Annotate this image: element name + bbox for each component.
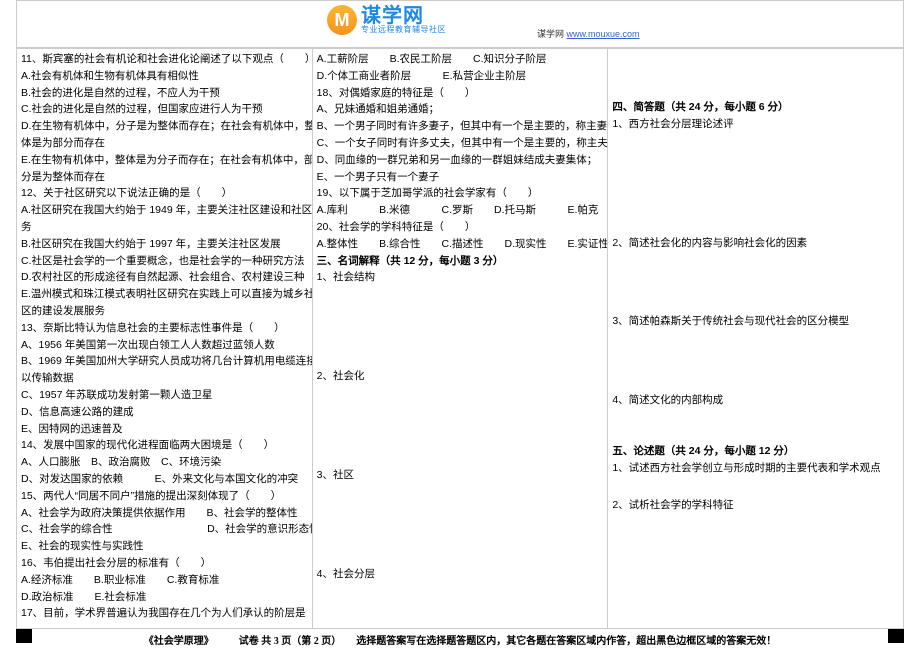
q15-opts-ab: A、社会学为政府决策提供依据作用 B、社会学的整体性: [21, 505, 308, 522]
q16-opts-abc: A.经济标准 B.职业标准 C.教育标准: [21, 572, 308, 589]
q19-opts: A.库利 B.米德 C.罗斯 D.托马斯 E.帕克: [317, 202, 604, 219]
answer-space: [317, 385, 604, 447]
q12-opt-b: B.社区研究在我国大约始于 1997 年，主要关注社区发展: [21, 236, 308, 253]
s5-q2: 2、试析社会学的学科特征: [612, 497, 899, 514]
page-header: M 谋学网 专业远程教育辅导社区 谋学网 www.mouxue.com: [16, 0, 904, 48]
q18-opt-d: D、同血缘的一群兄弟和另一血缘的一群姐妹结成夫妻集体；: [317, 152, 604, 169]
s4-q3: 3、简述帕森斯关于传统社会与现代社会的区分模型: [612, 313, 899, 330]
site-link: 谋学网 www.mouxue.com: [537, 27, 640, 40]
q18: 18、对偶婚家庭的特征是（ ）: [317, 85, 604, 102]
answer-space: [612, 330, 899, 392]
q11-opt-a: A.社会有机体和生物有机体具有相似性: [21, 68, 308, 85]
column-3: 四、简答题（共 24 分，每小题 6 分） 1、西方社会分层理论述评 2、简述社…: [608, 49, 903, 628]
section-4-heading: 四、简答题（共 24 分，每小题 6 分）: [612, 99, 899, 116]
q20: 20、社会学的学科特征是（ ）: [317, 219, 604, 236]
q17-opts-de: D.个体工商业者阶层 E.私营企业主阶层: [317, 68, 604, 85]
q11-opt-d2: 体是为部分而存在: [21, 135, 308, 152]
q12-opt-a1: A.社区研究在我国大约始于 1949 年，主要关注社区建设和社区服: [21, 202, 308, 219]
q12: 12、关于社区研究以下说法正确的是（ ）: [21, 185, 308, 202]
column-2: A.工薪阶层 B.农民工阶层 C.知识分子阶层 D.个体工商业者阶层 E.私营企…: [313, 49, 609, 628]
q14-opts-de: D、对发达国家的依赖 E、外来文化与本国文化的冲突: [21, 471, 308, 488]
section-5-heading: 五、论述题（共 24 分，每小题 12 分）: [612, 443, 899, 460]
q17: 17、目前，学术界普遍认为我国存在几个为人们承认的阶层是（ ）: [21, 605, 308, 622]
q12-opt-d: D.农村社区的形成途径有自然起源、社会组合、农村建设三种: [21, 269, 308, 286]
term-1: 1、社会结构: [317, 269, 604, 286]
term-4: 4、社会分层: [317, 566, 604, 583]
s5-q1: 1、试述西方社会学创立与形成时期的主要代表和学术观点: [612, 460, 899, 477]
logo-subtitle: 专业远程教育辅导社区: [361, 26, 446, 34]
logo-icon: M: [327, 5, 357, 35]
q18-opt-a: A、兄妹通婚和姐弟通婚；: [317, 101, 604, 118]
q11: 11、斯宾塞的社会有机论和社会进化论阐述了以下观点（ ）: [21, 51, 308, 68]
q12-opt-e1: E.温州模式和珠江模式表明社区研究在实践上可以直接为城乡社: [21, 286, 308, 303]
column-1: 11、斯宾塞的社会有机论和社会进化论阐述了以下观点（ ） A.社会有机体和生物有…: [17, 49, 313, 628]
q12-opt-e2: 区的建设发展服务: [21, 303, 308, 320]
logo-title: 谋学网: [361, 6, 446, 26]
q18-opt-b: B、一个男子同时有许多妻子，但其中有一个是主要的，称主妻；: [317, 118, 604, 135]
q20-opts: A.整体性 B.综合性 C.描述性 D.现实性 E.实证性: [317, 236, 604, 253]
q14: 14、发展中国家的现代化进程面临两大困境是（ ）: [21, 437, 308, 454]
site-url-link[interactable]: www.mouxue.com: [567, 29, 640, 39]
q13: 13、奈斯比特认为信息社会的主要标志性事件是（ ）: [21, 320, 308, 337]
q15-opt-e: E、社会的现实性与实践性: [21, 538, 308, 555]
q17-opts-abc: A.工薪阶层 B.农民工阶层 C.知识分子阶层: [317, 51, 604, 68]
q11-opt-d1: D.在生物有机体中，分子是为整体而存在；在社会有机体中，整: [21, 118, 308, 135]
q19: 19、以下属于芝加哥学派的社会学家有（ ）: [317, 185, 604, 202]
answer-space: [612, 133, 899, 195]
q13-opt-b2: 以传输数据: [21, 370, 308, 387]
term-2: 2、社会化: [317, 368, 604, 385]
term-3: 3、社区: [317, 467, 604, 484]
q13-opt-c: C、1957 年苏联成功发射第一颗人造卫星: [21, 387, 308, 404]
q16-opts-de: D.政治标准 E.社会标准: [21, 589, 308, 606]
answer-space: [317, 286, 604, 348]
page-footer: 《社会学原理》 试卷 共 3 页（第 2 页） 选择题答案写在选择题答题区内，其…: [0, 632, 920, 647]
q14-opts-abc: A、人口膨胀 B、政治腐败 C、环境污染: [21, 454, 308, 471]
q12-opt-c: C.社区是社会学的一个重要概念，也是社会学的一种研究方法: [21, 253, 308, 270]
q11-opt-e2: 分是为整体而存在: [21, 169, 308, 186]
q13-opt-e: E、因特网的迅速普及: [21, 421, 308, 438]
exam-content: 11、斯宾塞的社会有机论和社会进化论阐述了以下观点（ ） A.社会有机体和生物有…: [16, 48, 904, 629]
q11-opt-e1: E.在生物有机体中，整体是为分子而存在；在社会有机体中，部: [21, 152, 308, 169]
q16: 16、韦伯提出社会分层的标准有（ ）: [21, 555, 308, 572]
q11-opt-b: B.社会的进化是自然的过程，不应人为干预: [21, 85, 308, 102]
s4-q2: 2、简述社会化的内容与影响社会化的因素: [612, 235, 899, 252]
q15: 15、两代人“同居不同户”措施的提出深刻体现了（ ）: [21, 488, 308, 505]
s4-q1: 1、西方社会分层理论述评: [612, 116, 899, 133]
q11-opt-c: C.社会的进化是自然的过程，但国家应进行人为干预: [21, 101, 308, 118]
q13-opt-b1: B、1969 年美国加州大学研究人员成功将几台计算机用电缆连接: [21, 353, 308, 370]
s4-q4: 4、简述文化的内部构成: [612, 392, 899, 409]
answer-space: [612, 251, 899, 313]
q13-opt-a: A、1956 年美国第一次出现白领工人人数超过蓝领人数: [21, 337, 308, 354]
q15-opts-cd: C、社会学的综合性 D、社会学的意识形态性: [21, 521, 308, 538]
q18-opt-e: E、一个男子只有一个妻子: [317, 169, 604, 186]
section-3-heading: 三、名词解释（共 12 分，每小题 3 分）: [317, 253, 604, 270]
answer-space: [317, 484, 604, 546]
q18-opt-c: C、一个女子同时有许多丈夫，但其中有一个是主要的，称主夫；: [317, 135, 604, 152]
site-logo: M 谋学网 专业远程教育辅导社区: [327, 5, 446, 35]
q12-opt-a2: 务: [21, 219, 308, 236]
q13-opt-d: D、信息高速公路的建成: [21, 404, 308, 421]
